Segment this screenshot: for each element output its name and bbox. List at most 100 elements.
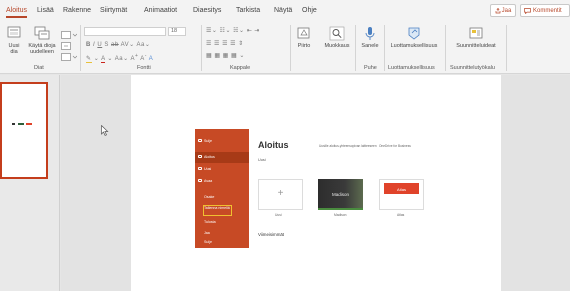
section-icon	[61, 53, 78, 61]
alignment-buttons[interactable]: ☰ ☰ ☰ ☰ ⇕	[206, 40, 244, 47]
embedded-screenshot[interactable]: Sulje Aloitus Uusi Avaa Osake Tallenna n…	[195, 129, 435, 248]
group-label-designer: Suunnittelutyökalu	[450, 65, 495, 71]
backstage-item: Tallenna nimellä	[204, 206, 230, 210]
draw-label: Piirto	[297, 43, 311, 49]
group-label-slides: Diat	[34, 65, 44, 71]
group-separator	[355, 25, 356, 71]
tab-home[interactable]: Aloitus	[6, 7, 28, 18]
slide-thumbnail[interactable]	[0, 82, 48, 179]
backstage-item: Sulje	[204, 240, 212, 244]
new-slide-label-2: dia	[10, 49, 18, 55]
comments-button[interactable]: Kommentit	[520, 4, 570, 17]
template-caption: Uusi	[275, 213, 282, 217]
group-label-font: Fontti	[137, 65, 151, 71]
powerpoint-window: Aloitus Lisää Rakenne Siirtymät Animaati…	[0, 0, 570, 291]
draw-button[interactable]: Piirto	[293, 26, 315, 49]
editing-label: Muokkaus	[324, 43, 350, 49]
onedrive-text: OneDrive for Business	[379, 144, 411, 148]
tab-design[interactable]: Rakenne	[63, 7, 91, 14]
backstage-sidebar: Sulje Aloitus Uusi Avaa Osake Tallenna n…	[195, 129, 249, 248]
font-format-buttons[interactable]: B I U S ab AV⌄ Aa⌄	[86, 41, 150, 48]
atlas-title: Atlas	[397, 187, 406, 192]
backstage-subtitle: Uusi	[258, 158, 266, 162]
template-atlas: Atlas	[379, 179, 424, 210]
group-separator	[290, 25, 291, 71]
new-icon	[198, 167, 202, 170]
template-caption: Madison	[334, 213, 347, 217]
backstage-item: Uusi	[204, 167, 212, 171]
new-slide-button[interactable]: Uusi dia	[3, 26, 25, 55]
ribbon-tab-bar: Aloitus Lisää Rakenne Siirtymät Animaati…	[0, 0, 570, 22]
tab-view[interactable]: Näytä	[274, 7, 292, 14]
font-name-box[interactable]	[84, 27, 166, 36]
slide-editing-area[interactable]: Sulje Aloitus Uusi Avaa Osake Tallenna n…	[61, 75, 570, 291]
group-separator	[445, 25, 446, 71]
backstage-item: Jaa	[204, 231, 210, 235]
share-icon	[495, 7, 501, 13]
reuse-slides-label-2: uudelleen	[30, 49, 54, 55]
backstage-item: Aloitus	[204, 155, 215, 159]
reuse-slides-button[interactable]: Käytä dioja uudelleen	[25, 26, 59, 55]
tab-slideshow[interactable]: Diaesitys	[193, 7, 221, 14]
dictate-button[interactable]: Sanele	[359, 26, 381, 49]
designer-icon	[469, 27, 483, 39]
extensions-text: Uusille aloitus-yhteensopivan laitteesee…	[319, 144, 377, 148]
template-caption: Atlas	[397, 213, 405, 217]
font-color-buttons[interactable]: ✎ ⌄ A ⌄ Aa⌄ A+ A- A	[86, 53, 153, 63]
dictate-label: Sanele	[361, 43, 379, 49]
backstage-item: Avaa	[204, 179, 213, 183]
thumb-mark	[26, 123, 32, 125]
comments-label: Kommentit	[533, 7, 562, 14]
designer-label: Suunnitteluideat	[456, 43, 496, 49]
home-icon	[198, 155, 202, 158]
tab-review[interactable]: Tarkista	[236, 7, 260, 14]
tab-insert[interactable]: Lisää	[37, 7, 54, 14]
backstage-item: Osake	[204, 195, 215, 199]
thumb-mark	[18, 123, 24, 125]
tab-animations[interactable]: Animaatiot	[144, 7, 177, 14]
group-label-speech: Puhe	[364, 65, 377, 71]
editing-button[interactable]: Muokkaus	[322, 26, 352, 49]
tab-transitions[interactable]: Siirtymät	[100, 7, 127, 14]
sensitivity-button[interactable]: Luottamuksellisuus	[389, 26, 439, 49]
search-icon	[329, 26, 345, 41]
mouse-cursor-icon	[101, 125, 109, 136]
share-label: Jaa	[501, 7, 512, 14]
microphone-icon	[365, 27, 375, 40]
group-label-paragraph: Kappale	[230, 65, 251, 71]
backstage-title: Aloitus	[258, 140, 289, 150]
shapes-icon	[297, 27, 310, 39]
group-label-sensitivity: Luottamuksellisuus	[388, 65, 435, 71]
reuse-slides-icon	[34, 26, 50, 40]
list-buttons[interactable]: ☰⌄ ☷⌄ ☵⌄ ⇤ ⇥	[206, 27, 260, 34]
comment-icon	[524, 7, 531, 14]
back-icon	[198, 139, 202, 142]
share-button[interactable]: Jaa	[490, 4, 516, 17]
group-separator	[506, 25, 507, 71]
group-separator	[201, 25, 202, 71]
madison-accent-bar	[318, 208, 363, 210]
backstage-item: Tulosta	[204, 220, 216, 224]
group-separator	[384, 25, 385, 71]
thumb-mark	[12, 123, 15, 125]
group-separator	[80, 25, 81, 71]
designer-button[interactable]: Suunnitteluideat	[452, 26, 500, 49]
paragraph-more-buttons[interactable]: ▦ ▦ ▦ ▦ ⌄	[206, 52, 245, 59]
plus-icon: +	[277, 188, 284, 199]
open-icon	[198, 179, 202, 182]
font-size-box[interactable]: 18	[168, 27, 186, 36]
ribbon-home: Uusi dia Käytä dioja uudelleen Diat 18 B I…	[0, 22, 570, 74]
madison-title: Madison	[331, 192, 349, 197]
sensitivity-label: Luottamuksellisuus	[390, 43, 438, 49]
sensitivity-icon	[408, 27, 420, 40]
tab-help[interactable]: Ohje	[302, 7, 317, 14]
section-button[interactable]	[61, 49, 78, 67]
template-blank: +	[258, 179, 303, 210]
template-madison: Madison	[318, 179, 363, 210]
atlas-band: Atlas	[384, 183, 419, 194]
new-slide-icon	[7, 26, 21, 38]
slide-thumbnail-panel[interactable]	[0, 75, 60, 291]
recent-heading: Viimeisimmät	[258, 232, 285, 237]
current-slide[interactable]: Sulje Aloitus Uusi Avaa Osake Tallenna n…	[131, 75, 501, 291]
backstage-item: Sulje	[204, 139, 212, 143]
